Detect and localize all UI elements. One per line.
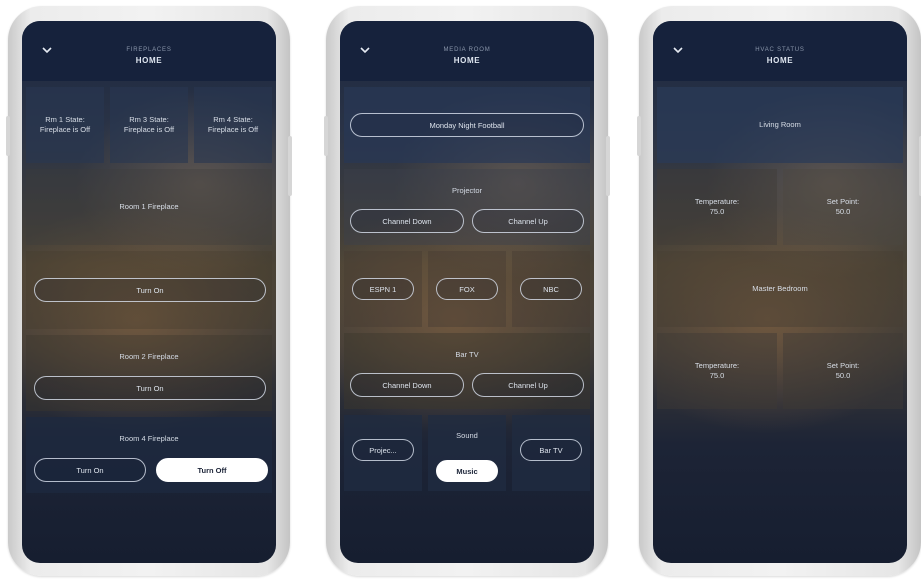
master-setpoint: Set Point: 50.0 [827, 361, 860, 381]
app-header: MEDIA ROOM HOME [340, 21, 594, 81]
header-title: HOME [453, 56, 481, 65]
phone-hvac: HVAC STATUS HOME Living Room Temperature… [637, 6, 921, 576]
master-bedroom-label: Master Bedroom [752, 284, 808, 293]
state-text: Rm 4 State: Fireplace is Off [207, 115, 259, 134]
projector-label: Projector [451, 186, 482, 195]
living-setpoint-tile: Set Point: 50.0 [783, 169, 903, 245]
channel-tile-nbc: NBC [512, 251, 590, 327]
projector-channel-down-button[interactable]: Channel Down [350, 209, 464, 233]
room2-label: Room 2 Fireplace [119, 352, 179, 361]
preset-button[interactable]: Monday Night Football [350, 113, 584, 137]
room1-label: Room 1 Fireplace [119, 202, 179, 211]
living-room-label: Living Room [759, 120, 801, 129]
source-bar-tv-button[interactable]: Bar TV [520, 439, 582, 461]
side-button [606, 136, 610, 196]
side-button [6, 116, 10, 156]
channel-nbc-button[interactable]: NBC [520, 278, 582, 300]
room1-label-tile: Room 1 Fireplace [26, 169, 272, 245]
header-title: HOME [135, 56, 163, 65]
source-tile-music: Sound Music [428, 415, 506, 491]
state-tile-rm3: Rm 3 State: Fireplace is Off [110, 87, 188, 163]
bar-tv-tile: Bar TV Channel Down Channel Up [344, 333, 590, 409]
master-temp-label: Temperature: [694, 361, 740, 370]
state-text: Rm 3 State: Fireplace is Off [123, 115, 175, 134]
master-setpoint-tile: Set Point: 50.0 [783, 333, 903, 409]
room2-turn-on-button[interactable]: Turn On [34, 376, 266, 400]
master-setpoint-label: Set Point: [826, 361, 860, 370]
master-temp-tile: Temperature: 75.0 [657, 333, 777, 409]
channel-espn-button[interactable]: ESPN 1 [352, 278, 414, 300]
master-temp: Temperature: 75.0 [695, 361, 739, 381]
source-music-button[interactable]: Music [436, 460, 498, 482]
app-header: FIREPLACES HOME [22, 21, 276, 81]
bar-tv-channel-down-button[interactable]: Channel Down [350, 373, 464, 397]
bar-tv-label: Bar TV [455, 350, 479, 359]
screen-hvac: HVAC STATUS HOME Living Room Temperature… [653, 21, 907, 563]
header-subtitle: HVAC STATUS [755, 47, 805, 53]
living-setpoint-label: Set Point: [826, 197, 860, 206]
source-tile-bar-tv: Bar TV [512, 415, 590, 491]
living-temp: Temperature: 75.0 [695, 197, 739, 217]
room4-tile: Room 4 Fireplace Turn On Turn Off [26, 417, 272, 493]
source-tile-projector: Projec... [344, 415, 422, 491]
side-button [637, 116, 641, 156]
state-tile-rm1: Rm 1 State: Fireplace is Off [26, 87, 104, 163]
side-button [324, 116, 328, 156]
projector-tile: Projector Channel Down Channel Up [344, 169, 590, 245]
channel-tile-fox: FOX [428, 251, 506, 327]
header-title: HOME [766, 56, 794, 65]
app-header: HVAC STATUS HOME [653, 21, 907, 81]
phone-media-room: MEDIA ROOM HOME Monday Night Football Pr… [324, 6, 610, 576]
room4-label: Room 4 Fireplace [119, 434, 179, 443]
source-label: Sound [456, 431, 478, 440]
channel-tile-espn: ESPN 1 [344, 251, 422, 327]
channel-fox-button[interactable]: FOX [436, 278, 498, 300]
room2-tile: Room 2 Fireplace Turn On [26, 335, 272, 411]
screen-fireplaces: FIREPLACES HOME Rm 1 State: Fireplace is… [22, 21, 276, 563]
header-subtitle: FIREPLACES [126, 47, 172, 53]
master-temp-value: 75.0 [709, 371, 725, 380]
master-setpoint-value: 50.0 [835, 371, 851, 380]
preset-tile: Monday Night Football [344, 87, 590, 163]
living-temp-tile: Temperature: 75.0 [657, 169, 777, 245]
side-button [288, 136, 292, 196]
screen-media-room: MEDIA ROOM HOME Monday Night Football Pr… [340, 21, 594, 563]
room1-turn-on-button[interactable]: Turn On [34, 278, 266, 302]
phone-fireplaces: FIREPLACES HOME Rm 1 State: Fireplace is… [6, 6, 292, 576]
source-projector-button[interactable]: Projec... [352, 439, 414, 461]
room4-turn-on-button[interactable]: Turn On [34, 458, 146, 482]
master-bedroom-tile: Master Bedroom [657, 251, 903, 327]
room1-control-tile: Turn On [26, 251, 272, 329]
state-text: Rm 1 State: Fireplace is Off [39, 115, 91, 134]
stage: FIREPLACES HOME Rm 1 State: Fireplace is… [0, 0, 921, 579]
header-subtitle: MEDIA ROOM [443, 47, 491, 53]
living-setpoint-value: 50.0 [835, 207, 851, 216]
bar-tv-channel-up-button[interactable]: Channel Up [472, 373, 584, 397]
living-room-tile: Living Room [657, 87, 903, 163]
living-temp-label: Temperature: [694, 197, 740, 206]
room4-turn-off-button[interactable]: Turn Off [156, 458, 268, 482]
projector-channel-up-button[interactable]: Channel Up [472, 209, 584, 233]
state-tile-rm4: Rm 4 State: Fireplace is Off [194, 87, 272, 163]
living-temp-value: 75.0 [709, 207, 725, 216]
living-setpoint: Set Point: 50.0 [827, 197, 860, 217]
